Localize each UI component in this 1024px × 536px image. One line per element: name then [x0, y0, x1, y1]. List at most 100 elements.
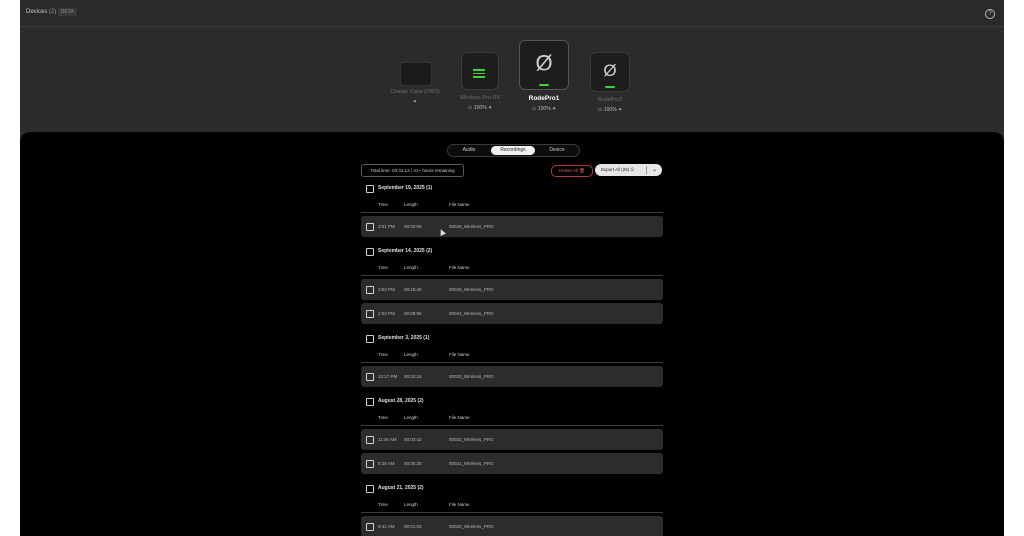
recording-row[interactable]: 12:17 PM 00:02:24 00023_Wireless_PRO: [361, 366, 663, 387]
column-header: Time Length File Name: [361, 198, 663, 213]
row-checkbox[interactable]: [366, 460, 374, 468]
row-time: 11:46 AM: [378, 437, 397, 442]
column-file-name: File Name: [449, 265, 470, 270]
column-length: Length: [404, 502, 418, 507]
battery-icon: ▭: [597, 107, 603, 113]
group-title: September 19, 2025 (1): [378, 185, 433, 191]
row-checkbox[interactable]: [366, 436, 374, 444]
device-card-rodepro2[interactable]: Ø RodePro2 ▭ 100% ✦: [570, 52, 650, 113]
row-length: 00:08:56: [404, 311, 422, 316]
column-file-name: File Name: [449, 502, 470, 507]
version-badge: BETA: [58, 8, 77, 16]
trash-icon: 🗑: [579, 168, 585, 173]
group-checkbox[interactable]: [366, 185, 374, 193]
receiver-leds: [473, 69, 487, 79]
column-time: Time: [378, 415, 388, 420]
column-header: Time Length File Name: [361, 348, 663, 363]
group-header: September 3, 2025 (1): [361, 330, 663, 348]
status-light: [539, 84, 549, 86]
row-file-name: 00021_Wireless_PRO: [449, 461, 494, 466]
row-time: 3:01 PM: [378, 224, 395, 229]
rode-logo-icon: Ø: [535, 50, 553, 76]
tab-audio[interactable]: Audio: [448, 145, 490, 156]
column-file-name: File Name: [449, 202, 470, 207]
recording-row[interactable]: 11:46 AM 00:03:42 00022_Wireless_PRO: [361, 429, 663, 450]
recording-row[interactable]: 2:53 PM 00:08:56 00024_Wireless_PRO: [361, 303, 663, 324]
row-file-name: 00024_Wireless_PRO: [449, 311, 494, 316]
recordings-list: September 19, 2025 (1) Time Length File …: [361, 180, 663, 536]
export-all-text: Export All (25): [601, 167, 630, 172]
recording-row[interactable]: 9:41 AM 00:01:03 00020_Wireless_PRO: [361, 516, 663, 536]
delete-all-label: Delete All: [559, 168, 579, 173]
column-time: Time: [378, 265, 388, 270]
row-length: 00:03:42: [404, 437, 422, 442]
row-checkbox[interactable]: [366, 523, 374, 531]
row-length: 00:02:09: [404, 224, 422, 229]
help-icon[interactable]: ?: [985, 9, 995, 19]
device-name: RodePro2: [597, 97, 623, 103]
total-time-label: Total time: 03:41:13 / 41+ hours remaini…: [361, 164, 464, 177]
row-file-name: 00023_Wireless_PRO: [449, 374, 494, 379]
bluetooth-icon: ✦: [488, 105, 493, 111]
row-checkbox[interactable]: [366, 373, 374, 381]
column-file-name: File Name: [449, 352, 470, 357]
delete-all-button[interactable]: Delete All 🗑: [551, 165, 593, 177]
row-length: 00:01:03: [404, 524, 422, 529]
devices-title-text: Devices: [26, 9, 48, 15]
group-checkbox[interactable]: [366, 335, 374, 343]
device-status: ▭ 100% ✦: [570, 107, 650, 113]
app-window: Devices (2) BETA ? Charge Case (PRO) ✦ W…: [20, 0, 1004, 536]
group-header: August 28, 2025 (2): [361, 393, 663, 411]
export-all-button[interactable]: Export All (25) ⎋ ⌄: [595, 164, 662, 176]
row-checkbox[interactable]: [366, 286, 374, 294]
recordings-panel: Audio Recordings Device Total time: 03:4…: [20, 132, 1004, 536]
row-file-name: 00022_Wireless_PRO: [449, 437, 494, 442]
group-title: August 28, 2025 (2): [378, 398, 424, 404]
column-header: Time Length File Name: [361, 498, 663, 513]
row-file-name: 00025_Wireless_PRO: [449, 287, 494, 292]
top-bar: Devices (2) BETA ?: [20, 0, 1004, 27]
export-icon: ⎋: [630, 167, 635, 172]
charge-case-image: [393, 52, 437, 86]
battery-level: 100%: [603, 107, 617, 113]
group-header: September 19, 2025 (1): [361, 180, 663, 198]
recording-group: August 28, 2025 (2) Time Length File Nam…: [361, 393, 663, 474]
transmitter-image-selected: Ø: [519, 40, 569, 90]
recording-group: September 19, 2025 (1) Time Length File …: [361, 180, 663, 237]
recording-group: August 21, 2025 (2) Time Length File Nam…: [361, 480, 663, 536]
recording-group: September 3, 2025 (1) Time Length File N…: [361, 330, 663, 387]
column-file-name: File Name: [449, 415, 470, 420]
bluetooth-icon: ✦: [618, 107, 623, 113]
receiver-image: [461, 52, 499, 90]
row-time: 9:41 AM: [378, 524, 395, 529]
row-time: 12:17 PM: [378, 374, 398, 379]
group-header: September 14, 2025 (2): [361, 243, 663, 261]
column-length: Length: [404, 265, 418, 270]
recording-row[interactable]: 3:53 PM 00:18:49 00025_Wireless_PRO: [361, 279, 663, 300]
group-title: August 21, 2025 (2): [378, 485, 424, 491]
row-checkbox[interactable]: [366, 310, 374, 318]
export-divider: [646, 166, 647, 174]
battery-level: 100%: [537, 106, 551, 112]
group-checkbox[interactable]: [366, 485, 374, 493]
group-checkbox[interactable]: [366, 248, 374, 256]
chevron-down-icon[interactable]: ⌄: [652, 164, 657, 176]
row-length: 00:18:49: [404, 287, 422, 292]
battery-icon: ▭: [467, 105, 473, 111]
row-time: 8:26 AM: [378, 461, 395, 466]
row-checkbox[interactable]: [366, 223, 374, 231]
recording-row[interactable]: 3:01 PM 00:02:09 00026_Wireless_PRO: [361, 216, 663, 237]
row-time: 3:53 PM: [378, 287, 395, 292]
charge-case-icon: [400, 62, 432, 86]
row-time: 2:53 PM: [378, 311, 395, 316]
row-length: 00:05:20: [404, 461, 422, 466]
tab-recordings[interactable]: Recordings: [491, 146, 535, 155]
devices-title: Devices (2): [26, 9, 56, 15]
recording-row[interactable]: 8:26 AM 00:05:20 00021_Wireless_PRO: [361, 453, 663, 474]
transmitter-image: Ø: [590, 52, 630, 92]
rode-logo-icon: Ø: [603, 61, 617, 80]
row-file-name: 00026_Wireless_PRO: [449, 224, 494, 229]
tab-device[interactable]: Device: [536, 145, 578, 156]
group-checkbox[interactable]: [366, 398, 374, 406]
column-length: Length: [404, 415, 418, 420]
